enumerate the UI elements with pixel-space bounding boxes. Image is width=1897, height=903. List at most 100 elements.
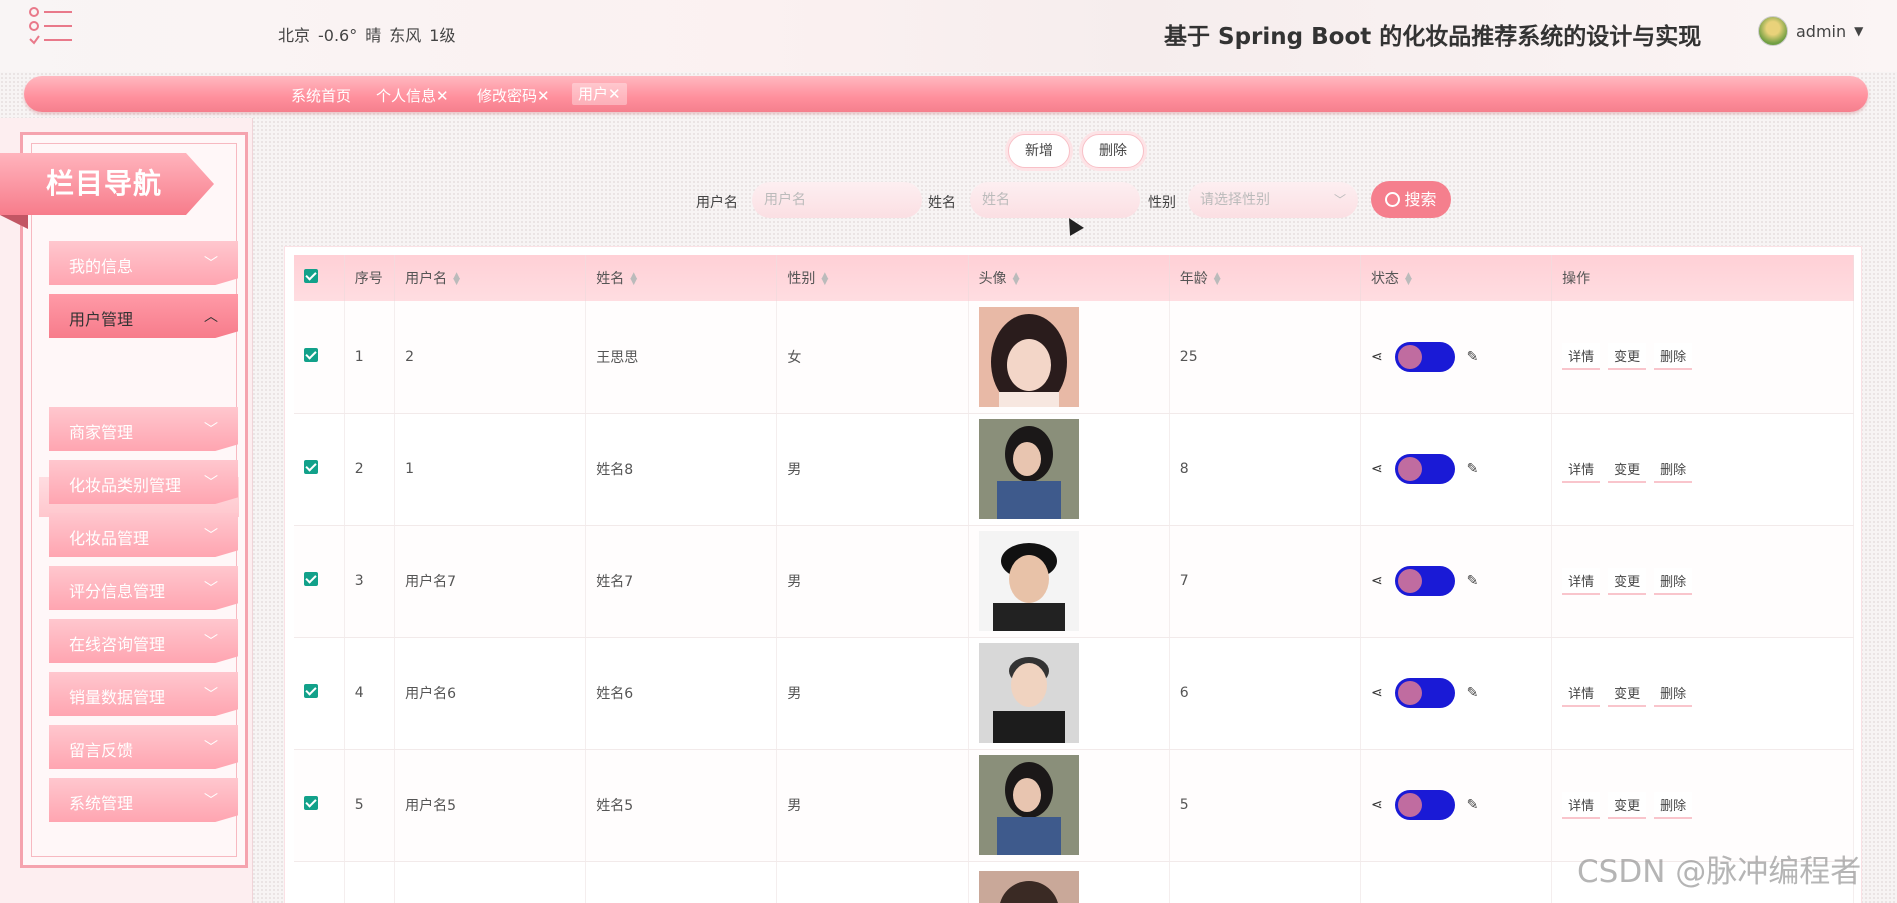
user-avatar-image[interactable] [978,419,1079,519]
sort-icon[interactable]: ▲ ▼ [1013,272,1020,287]
column-header-age-label: 年龄 [1179,271,1208,287]
column-header-avatar[interactable]: 头像 ▲ ▼ [968,255,1170,301]
user-menu[interactable]: admin ▼ [1758,16,1863,46]
status-toggle[interactable] [1394,678,1455,708]
tab-user[interactable]: 用户✕ [572,83,627,105]
select-all-cell[interactable] [294,255,345,301]
change-button[interactable]: 变更 [1608,567,1647,595]
cell-index: 2 [344,413,396,526]
detail-button[interactable]: 详情 [1562,455,1601,483]
detail-button[interactable]: 详情 [1562,567,1601,595]
row-checkbox[interactable] [304,347,318,362]
sidebar-item-rating[interactable]: 评分信息管理 ﹀ [49,566,238,610]
cell-status: ⋖ ✎ [1360,525,1553,638]
user-avatar-image[interactable] [978,306,1079,407]
detail-button[interactable]: 详情 [1562,679,1601,707]
row-delete-button[interactable]: 删除 [1654,343,1693,371]
row-checkbox[interactable] [304,460,318,474]
sort-icon[interactable]: ▲ ▼ [453,272,460,287]
row-checkbox[interactable] [304,684,318,698]
column-header-name[interactable]: 姓名 ▲ ▼ [585,255,778,301]
user-avatar-image[interactable] [978,871,1079,903]
tab-change-password[interactable]: 修改密码✕ [477,85,550,106]
row-select-cell[interactable] [294,301,345,414]
sidebar-item-cosmetic[interactable]: 化妆品管理 ﹀ [49,513,238,557]
edit-icon[interactable]: ✎ [1467,461,1479,477]
row-select-cell[interactable] [294,413,345,526]
row-delete-button[interactable]: 删除 [1654,567,1693,595]
share-icon[interactable]: ⋖ [1371,573,1383,589]
sort-icon[interactable]: ▲ ▼ [1214,272,1221,287]
username-input[interactable]: 用户名 [752,182,922,218]
user-avatar-image[interactable] [978,531,1079,631]
sidebar-item-consult[interactable]: 在线咨询管理 ﹀ [49,619,238,663]
tab-profile[interactable]: 个人信息✕ [376,85,449,106]
column-header-index: 序号 [344,255,396,301]
sidebar-item-my-info[interactable]: 我的信息 ﹀ [49,241,238,285]
row-delete-button[interactable]: 删除 [1654,679,1693,707]
share-icon[interactable]: ⋖ [1371,349,1383,365]
status-toggle[interactable] [1394,341,1455,372]
add-button[interactable]: 新增 [1008,134,1070,168]
user-avatar-image[interactable] [978,643,1079,743]
cell-ops: 详情 变更 删除 [1551,301,1854,414]
column-header-status[interactable]: 状态 ▲ ▼ [1360,255,1553,301]
row-select-cell[interactable] [294,525,345,638]
table-row: 2 1 姓名8 男 8 ⋖ ✎ 详情 变更 删除 [294,413,1854,526]
sort-icon[interactable]: ▲ ▼ [1405,272,1412,287]
gender-select-placeholder: 请选择性别 [1200,192,1270,208]
share-icon[interactable]: ⋖ [1371,797,1383,813]
row-checkbox[interactable] [304,796,318,810]
detail-button[interactable]: 详情 [1562,343,1601,371]
cell-age: 7 [1169,525,1361,638]
gender-select[interactable]: 请选择性别 ﹀ [1188,182,1358,218]
cell-username: 用户名7 [394,525,587,638]
weather-city: 北京 [278,26,311,45]
cell-ops: 详情 变更 删除 [1551,749,1854,862]
user-avatar-image[interactable] [978,755,1079,855]
sort-icon[interactable]: ▲ ▼ [630,272,637,287]
username-label[interactable]: admin [1796,22,1846,41]
status-toggle[interactable] [1394,454,1455,484]
edit-icon[interactable]: ✎ [1467,797,1479,813]
change-button[interactable]: 变更 [1608,791,1647,819]
caret-down-icon[interactable]: ▼ [1854,24,1863,38]
tab-home[interactable]: 系统首页 [291,85,351,106]
cell-status [1360,861,1553,903]
avatar[interactable] [1758,16,1788,46]
sidebar-item-cosmetic-category[interactable]: 化妆品类别管理 ﹀ [49,460,238,504]
column-header-age[interactable]: 年龄 ▲ ▼ [1169,255,1361,301]
change-button[interactable]: 变更 [1608,343,1647,371]
menu-list-icon[interactable] [28,6,74,50]
edit-icon[interactable]: ✎ [1467,349,1479,365]
delete-button[interactable]: 删除 [1082,134,1144,168]
cell-gender: 男 [776,749,969,862]
row-checkbox[interactable] [304,572,318,586]
detail-button[interactable]: 详情 [1562,791,1601,819]
sidebar-item-sales[interactable]: 销量数据管理 ﹀ [49,672,238,716]
edit-icon[interactable]: ✎ [1467,685,1479,701]
search-button[interactable]: 搜索 [1371,181,1451,218]
change-button[interactable]: 变更 [1608,455,1647,483]
name-input[interactable]: 姓名 [970,182,1140,218]
cell-status: ⋖ ✎ [1360,749,1553,862]
gender-label: 性别 [1148,195,1176,211]
row-delete-button[interactable]: 删除 [1654,791,1693,819]
select-all-checkbox[interactable] [304,269,318,283]
share-icon[interactable]: ⋖ [1371,461,1383,477]
sidebar-item-feedback[interactable]: 留言反馈 ﹀ [49,725,238,769]
change-button[interactable]: 变更 [1608,679,1647,707]
row-delete-button[interactable]: 删除 [1654,455,1693,483]
status-toggle[interactable] [1394,566,1455,596]
column-header-username[interactable]: 用户名 ▲ ▼ [394,255,587,301]
share-icon[interactable]: ⋖ [1371,685,1383,701]
status-toggle[interactable] [1394,790,1455,820]
row-select-cell[interactable] [294,749,345,862]
row-select-cell[interactable] [294,637,345,750]
sidebar-item-merchant[interactable]: 商家管理 ﹀ [49,407,238,451]
sidebar-item-user-management[interactable]: 用户管理 ︿ [49,294,238,338]
sidebar-item-system[interactable]: 系统管理 ﹀ [49,778,238,822]
column-header-gender[interactable]: 性别 ▲ ▼ [776,255,969,301]
edit-icon[interactable]: ✎ [1467,573,1479,589]
sort-icon[interactable]: ▲ ▼ [821,272,828,287]
